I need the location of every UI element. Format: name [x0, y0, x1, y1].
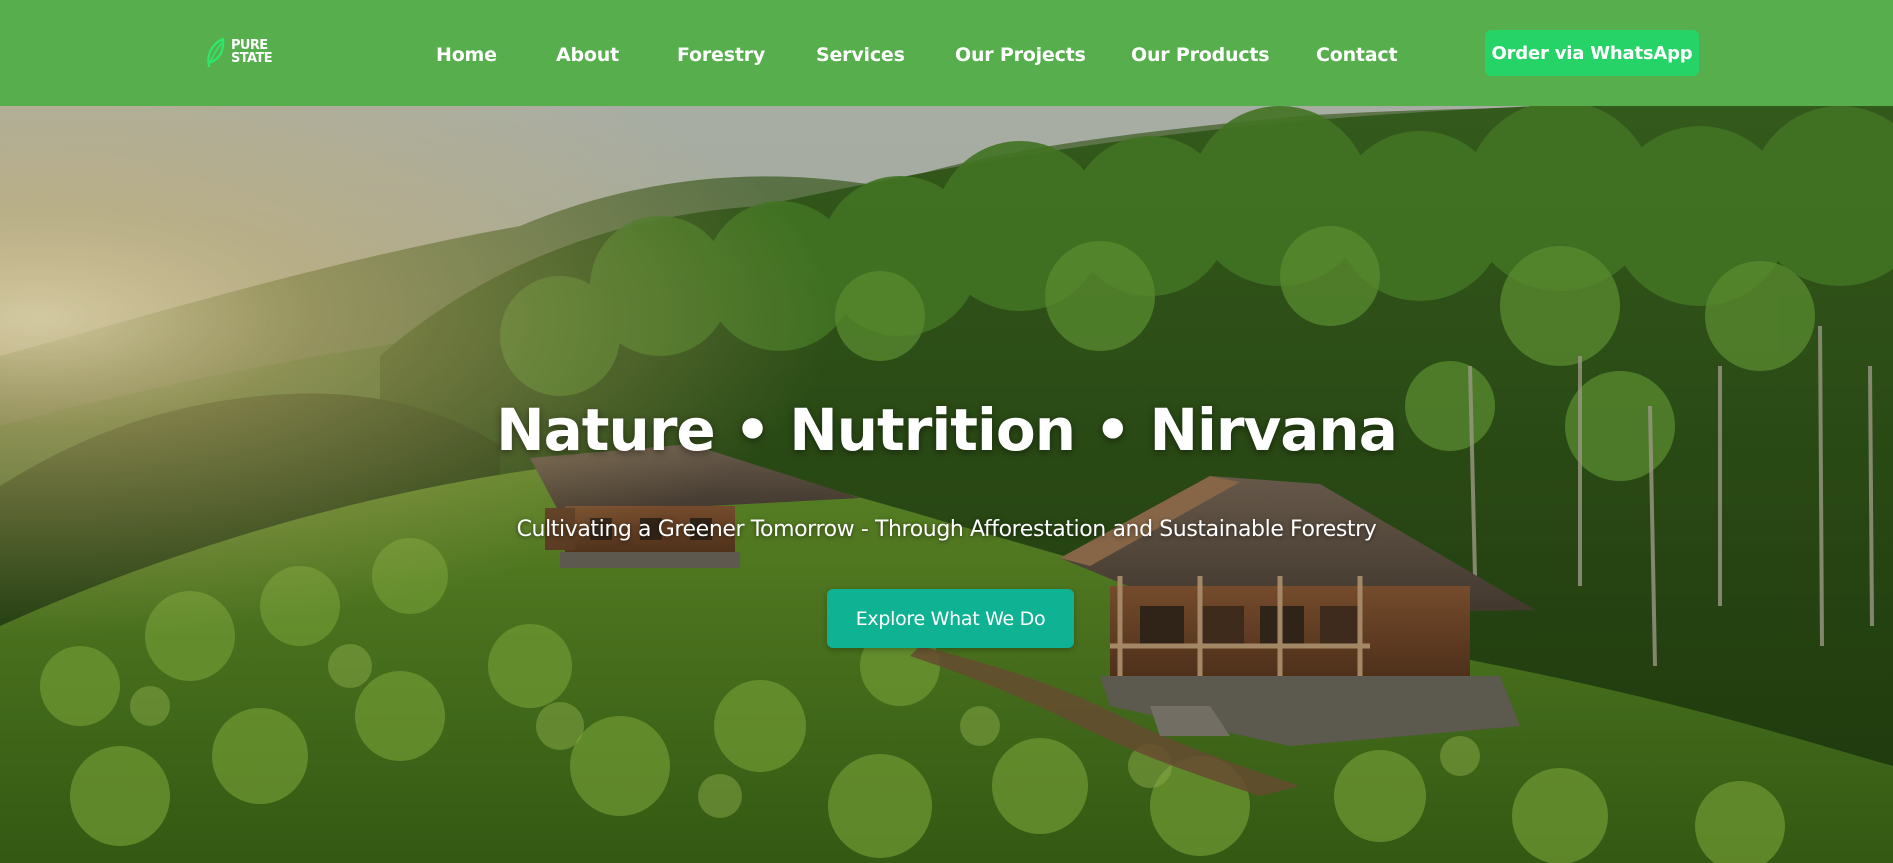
explore-what-we-do-button[interactable]: Explore What We Do	[827, 589, 1074, 648]
brand-word-state: STATE	[231, 51, 273, 66]
brand-wordmark: PURE STATE	[231, 39, 273, 66]
order-whatsapp-button[interactable]: Order via WhatsApp	[1485, 30, 1699, 76]
leaf-icon	[207, 37, 225, 68]
hero-subtitle: Cultivating a Greener Tomorrow - Through…	[516, 517, 1377, 542]
top-navbar: PURE STATE Home About Forestry Services …	[0, 0, 1893, 106]
hero-title: Nature • Nutrition • Nirvana	[496, 396, 1398, 464]
hero-background-image	[0, 106, 1893, 863]
nav-contact[interactable]: Contact	[1316, 42, 1398, 68]
brand-logo[interactable]: PURE STATE	[203, 34, 275, 70]
nav-home[interactable]: Home	[436, 42, 497, 68]
nav-forestry[interactable]: Forestry	[677, 42, 765, 68]
nav-our-products[interactable]: Our Products	[1131, 42, 1270, 68]
nav-about[interactable]: About	[556, 42, 619, 68]
nav-our-projects[interactable]: Our Projects	[955, 42, 1086, 68]
nav-services[interactable]: Services	[816, 42, 905, 68]
hero-section: Nature • Nutrition • Nirvana Cultivating…	[0, 106, 1893, 863]
page: PURE STATE Home About Forestry Services …	[0, 0, 1893, 863]
